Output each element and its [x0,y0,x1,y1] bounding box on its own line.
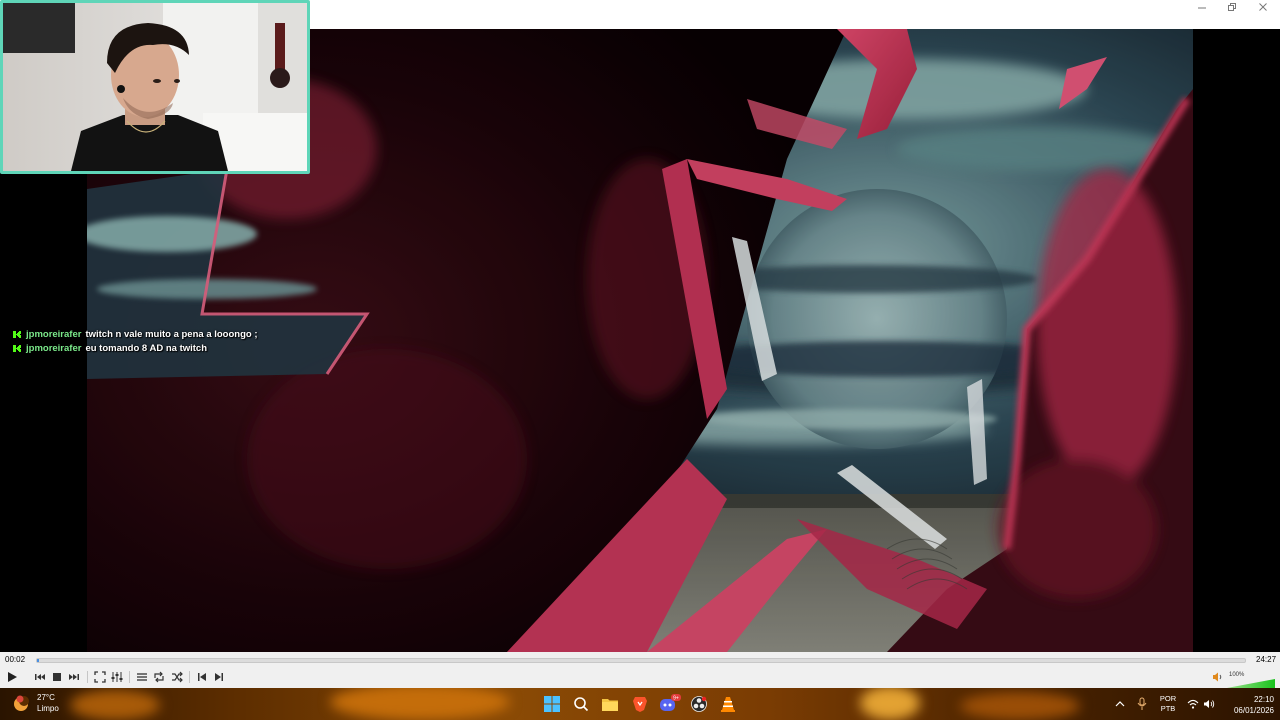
next-button[interactable] [66,669,82,685]
shuffle-icon [172,671,183,683]
play-icon [8,672,17,682]
language-line2: PTB [1160,704,1176,713]
brave-lion-icon [633,697,647,712]
vlc-cone-icon [721,697,735,712]
playlist-icon [137,673,147,681]
discord-button[interactable]: 9+ [659,693,681,715]
webcam-feed-image [3,3,307,171]
file-explorer-button[interactable] [599,693,621,715]
start-button[interactable] [541,693,563,715]
elapsed-time: 00:02 [5,655,26,664]
moon-weather-icon [12,694,30,712]
chat-overlay: jpmoreirafer twitch n vale muito a pena … [12,328,272,356]
chat-text: eu tomando 8 AD na twitch [85,343,208,354]
close-button[interactable] [1247,0,1279,14]
wallpaper-glow [860,688,920,720]
play-button[interactable] [4,669,20,685]
obs-button[interactable] [688,693,710,715]
step-forward-icon [215,673,223,681]
chat-username: jpmoreirafer [26,329,82,340]
separator [189,671,190,683]
clock-time: 22:10 [1253,695,1274,704]
weather-widget[interactable]: 27°C Limpo [12,692,59,714]
volume-icon [1204,700,1215,708]
skip-forward-icon [69,674,79,680]
restore-icon [1228,3,1236,11]
loop-button[interactable] [151,669,167,685]
separator [129,671,130,683]
restore-button[interactable] [1216,0,1248,14]
weather-temperature: 27°C [37,693,55,702]
wifi-icon [1187,699,1199,709]
random-button[interactable] [169,669,185,685]
search-icon [574,697,589,712]
windows-icon [544,696,560,712]
weather-condition: Limpo [37,704,59,713]
volume-slider[interactable] [1227,679,1275,688]
search-button[interactable] [570,693,592,715]
stop-icon [53,673,61,681]
equalizer-icon [111,672,123,682]
brave-button[interactable] [629,693,651,715]
taskbar: 27°C Limpo 9+ POR PTB 22:10 06/01/2026 [0,688,1280,720]
fullscreen-button[interactable] [92,669,108,685]
stop-button[interactable] [49,669,65,685]
mute-button[interactable] [1210,669,1226,685]
kick-badge-icon [12,330,21,339]
wifi-button[interactable] [1186,688,1200,720]
close-icon [1259,3,1267,11]
volume-percent: 100% [1229,672,1245,678]
microphone-button[interactable] [1135,688,1149,720]
player-controls: 00:02 24:27 100% [0,652,1280,688]
frame-next-button[interactable] [211,669,227,685]
step-back-icon [198,673,206,681]
total-duration: 24:27 [1256,655,1277,664]
wallpaper-glow [960,692,1080,720]
wallpaper-glow [330,688,510,720]
chat-username: jpmoreirafer [26,343,82,354]
speaker-icon [1213,672,1222,682]
seek-progress [37,659,39,662]
previous-button[interactable] [32,669,48,685]
system-clock[interactable]: 22:10 06/01/2026 [1222,694,1274,716]
volume-tray-button[interactable] [1202,688,1216,720]
wallpaper-glow [70,690,160,720]
minimize-icon [1198,7,1206,9]
show-hidden-icons-button[interactable] [1113,688,1127,720]
seek-bar[interactable] [36,658,1246,663]
microphone-icon [1137,697,1147,710]
fullscreen-icon [94,671,106,683]
extended-settings-button[interactable] [109,669,125,685]
vlc-button[interactable] [717,693,739,715]
chat-message: jpmoreirafer eu tomando 8 AD na twitch [12,342,272,355]
chat-text: twitch n vale muito a pena a looongo ; [85,329,258,340]
language-line1: POR [1159,694,1177,703]
webcam-overlay [0,0,310,174]
discord-notification-badge: 9+ [673,696,679,702]
obs-icon [691,696,707,712]
loop-icon [154,671,164,683]
language-indicator[interactable]: POR PTB [1156,688,1180,720]
skip-back-icon [35,674,45,680]
folder-icon [602,699,618,711]
separator [87,671,88,683]
chat-message: jpmoreirafer twitch n vale muito a pena … [12,328,272,341]
clock-date: 06/01/2026 [1233,706,1274,715]
minimize-button[interactable] [1186,0,1218,14]
discord-icon: 9+ [660,694,681,711]
playlist-button[interactable] [134,669,150,685]
frame-previous-button[interactable] [194,669,210,685]
kick-badge-icon [12,344,21,353]
chevron-up-icon [1115,701,1125,707]
